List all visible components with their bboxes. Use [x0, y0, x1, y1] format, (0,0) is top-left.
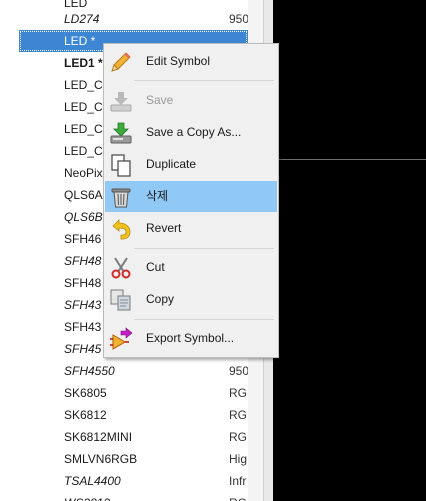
symbol-description: 950: [229, 364, 248, 378]
symbol-name: WS2812: [64, 492, 110, 501]
menu-item-label: Cut: [146, 260, 165, 274]
menu-item-label: Save: [146, 93, 174, 107]
symbol-description: Hig: [229, 452, 248, 466]
revert-icon: [109, 217, 133, 241]
symbol-name: QLS6B: [64, 210, 103, 224]
export-symbol-icon: [109, 327, 133, 351]
list-item[interactable]: SK6812 RGB: [19, 404, 248, 426]
list-item[interactable]: SFH4550 950: [19, 360, 248, 382]
symbol-description: RGB: [229, 386, 248, 400]
symbol-name: QLS6A: [64, 188, 103, 202]
symbol-name: SK6812: [64, 408, 107, 422]
symbol-description: RGB: [229, 492, 248, 501]
symbol-description: 950: [229, 12, 248, 26]
symbol-name: LED *: [64, 34, 96, 48]
scissors-icon: [109, 256, 133, 280]
menu-separator: [134, 248, 274, 249]
menu-item-label: Duplicate: [146, 157, 197, 171]
menu-item-delete[interactable]: 삭제: [105, 181, 277, 212]
menu-item-edit-symbol[interactable]: Edit Symbol: [105, 46, 277, 77]
symbol-description: RGB: [229, 408, 248, 422]
symbol-name: SMLVN6RGB: [64, 452, 138, 466]
symbol-name: SFH43: [64, 320, 102, 334]
symbol-name: LED_Cr: [64, 122, 107, 136]
menu-item-save[interactable]: Save: [105, 85, 277, 116]
menu-item-save-copy-as[interactable]: Save a Copy As...: [105, 117, 277, 148]
symbol-name: NeoPix: [64, 166, 103, 180]
symbol-name: LED_Cr: [64, 144, 107, 158]
menu-separator: [134, 319, 274, 320]
symbol-name: SK6805: [64, 386, 107, 400]
menu-item-label: Revert: [146, 221, 182, 235]
menu-item-label: Edit Symbol: [146, 54, 211, 68]
symbol-name: SFH46: [64, 232, 102, 246]
copy-icon: [109, 288, 133, 312]
symbol-description: RGB: [229, 430, 248, 444]
menu-item-copy[interactable]: Copy: [105, 284, 277, 315]
menu-separator: [134, 80, 274, 81]
symbol-name: SFH43: [64, 298, 102, 312]
duplicate-icon: [109, 153, 133, 177]
symbol-name: SK6812MINI: [64, 430, 133, 444]
menu-item-revert[interactable]: Revert: [105, 213, 277, 244]
symbol-name: LED_Cr: [64, 100, 107, 114]
list-item[interactable]: SMLVN6RGB Hig: [19, 448, 248, 470]
save-copy-icon: [109, 121, 133, 145]
context-menu: Edit Symbol Save Save a Copy As... Dupli…: [103, 43, 279, 358]
symbol-name: SFH4550: [64, 364, 115, 378]
trash-icon: [109, 185, 133, 209]
menu-item-export-symbol[interactable]: Export Symbol...: [105, 323, 277, 354]
menu-item-duplicate[interactable]: Duplicate: [105, 149, 277, 180]
list-item[interactable]: SK6805 RGB: [19, 382, 248, 404]
list-item[interactable]: TSAL4400 Infr: [19, 470, 248, 492]
menu-item-cut[interactable]: Cut: [105, 252, 277, 283]
symbol-canvas[interactable]: [273, 0, 426, 501]
menu-item-label: Export Symbol...: [146, 331, 235, 345]
symbol-name: LD274: [64, 12, 100, 26]
symbol-description: Infr: [229, 474, 247, 488]
save-icon: [109, 89, 133, 113]
list-item[interactable]: WS2812 RGB: [19, 492, 248, 501]
symbol-name: SFH48: [64, 254, 102, 268]
symbol-name: TSAL4400: [64, 474, 121, 488]
canvas-axis-line: [273, 159, 426, 160]
symbol-name: SFH48: [64, 276, 102, 290]
list-item[interactable]: SK6812MINI RGB: [19, 426, 248, 448]
menu-item-label: 삭제: [146, 189, 169, 203]
list-item[interactable]: LD274 950: [19, 8, 248, 30]
pencil-icon: [109, 50, 133, 74]
symbol-name: LED1 *: [64, 56, 103, 70]
menu-item-label: Copy: [146, 292, 175, 306]
symbol-name: LED_Cr: [64, 78, 107, 92]
menu-item-label: Save a Copy As...: [146, 125, 242, 139]
symbol-name: SFH45: [64, 342, 102, 356]
